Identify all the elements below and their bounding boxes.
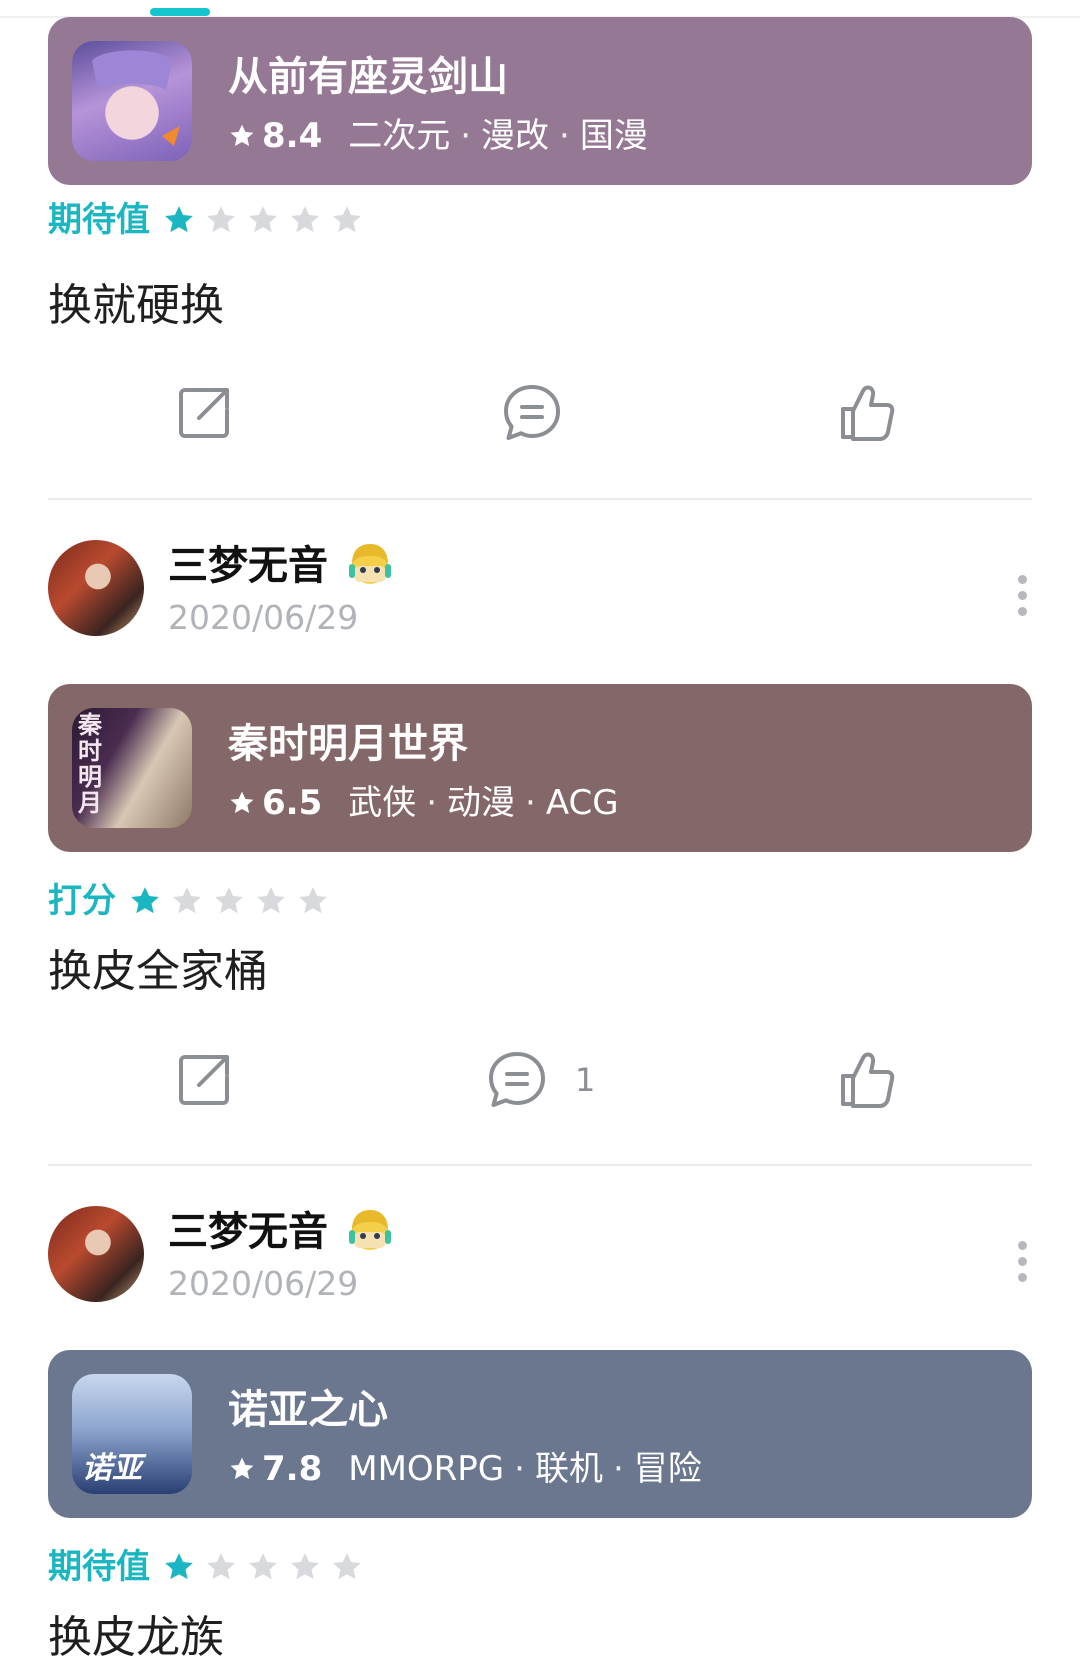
game-tag: 国漫 xyxy=(579,116,648,156)
game-tag: ACG xyxy=(545,783,619,823)
rating-label: 期待值 xyxy=(48,200,150,240)
tab-indicator xyxy=(150,8,210,16)
comment-button[interactable]: 1 xyxy=(485,1048,595,1112)
rating-row: 期待值 xyxy=(48,198,372,242)
star-icon xyxy=(246,1550,280,1584)
game-tag: 冒险 xyxy=(633,1449,702,1489)
star-icon xyxy=(162,203,196,237)
review-text: 换皮全家桶 xyxy=(48,946,268,997)
star-icon xyxy=(170,884,204,918)
star-icon xyxy=(128,884,162,918)
star-icon xyxy=(288,1550,322,1584)
star-icon xyxy=(162,1550,196,1584)
action-bar xyxy=(0,381,1080,451)
game-score: 8.4 xyxy=(262,116,323,156)
review-text: 换就硬换 xyxy=(48,280,224,331)
share-button[interactable] xyxy=(172,381,236,445)
post-date: 2020/06/29 xyxy=(168,1264,359,1303)
thumbs-up-icon xyxy=(835,1048,899,1112)
review-text: 换皮龙族 xyxy=(48,1612,224,1663)
user-header: 三梦无音 2020/06/29 xyxy=(48,1206,1032,1306)
share-icon xyxy=(172,381,236,445)
comment-button[interactable] xyxy=(500,381,564,445)
rating-row: 期待值 xyxy=(48,1545,372,1589)
username[interactable]: 三梦无音 xyxy=(168,1206,328,1258)
game-meta: 7.8 MMORPG · 联机 · 冒险 xyxy=(228,1448,702,1490)
game-tag: 武侠 xyxy=(348,783,417,823)
star-icon xyxy=(296,884,330,918)
user-header: 三梦无音 2020/06/29 xyxy=(48,540,1032,640)
game-card[interactable]: 诺亚 诺亚之心 7.8 MMORPG · 联机 · 冒险 xyxy=(48,1350,1032,1518)
game-tag: 二次元 xyxy=(348,116,451,156)
game-meta: 6.5 武侠 · 动漫 · ACG xyxy=(228,782,619,824)
user-badge-icon xyxy=(346,540,394,588)
star-icon xyxy=(204,1550,238,1584)
divider xyxy=(48,498,1032,500)
game-meta: 8.4 二次元 · 漫改 · 国漫 xyxy=(228,115,648,157)
game-title: 从前有座灵剑山 xyxy=(228,54,508,100)
comment-count: 1 xyxy=(575,1061,596,1099)
star-icon xyxy=(212,884,246,918)
star-icon xyxy=(288,203,322,237)
like-button[interactable] xyxy=(835,1048,899,1112)
thumbs-up-icon xyxy=(835,381,899,445)
username[interactable]: 三梦无音 xyxy=(168,540,328,592)
star-icon xyxy=(330,1550,364,1584)
more-vertical-icon xyxy=(1017,575,1027,584)
game-score: 6.5 xyxy=(262,783,323,823)
game-title: 诺亚之心 xyxy=(228,1387,388,1433)
game-tag: 联机 xyxy=(534,1449,603,1489)
star-icon xyxy=(228,122,256,150)
game-art-icon xyxy=(92,50,180,146)
action-bar: 1 xyxy=(0,1048,1080,1118)
share-button[interactable] xyxy=(172,1048,236,1112)
game-tag: 动漫 xyxy=(447,783,516,823)
game-icon-text: 秦时明月 xyxy=(78,711,102,817)
divider xyxy=(48,1164,1032,1166)
game-card[interactable]: 从前有座灵剑山 8.4 二次元 · 漫改 · 国漫 xyxy=(48,17,1032,185)
star-icon xyxy=(228,1455,256,1483)
star-icon xyxy=(330,203,364,237)
more-button[interactable] xyxy=(1012,1236,1032,1282)
comment-icon xyxy=(485,1048,549,1112)
game-icon-text: 诺亚 xyxy=(82,1451,142,1486)
star-icon xyxy=(204,203,238,237)
game-icon: 秦时明月 xyxy=(72,708,192,828)
post-date: 2020/06/29 xyxy=(168,598,359,637)
comment-icon xyxy=(500,381,564,445)
avatar[interactable] xyxy=(48,1206,144,1302)
more-vertical-icon xyxy=(1017,1241,1027,1250)
share-icon xyxy=(172,1048,236,1112)
game-title: 秦时明月世界 xyxy=(228,721,468,767)
star-icon xyxy=(254,884,288,918)
like-button[interactable] xyxy=(835,381,899,445)
game-tag: 漫改 xyxy=(481,116,550,156)
game-card[interactable]: 秦时明月 秦时明月世界 6.5 武侠 · 动漫 · ACG xyxy=(48,684,1032,852)
game-tag: MMORPG xyxy=(348,1449,505,1489)
star-icon xyxy=(228,789,256,817)
rating-row: 打分 xyxy=(48,879,338,923)
rating-label: 打分 xyxy=(48,881,116,921)
game-score: 7.8 xyxy=(262,1449,323,1489)
star-icon xyxy=(246,203,280,237)
game-icon xyxy=(72,41,192,161)
more-button[interactable] xyxy=(1012,570,1032,616)
rating-label: 期待值 xyxy=(48,1547,150,1587)
avatar[interactable] xyxy=(48,540,144,636)
user-badge-icon xyxy=(346,1206,394,1254)
game-icon: 诺亚 xyxy=(72,1374,192,1494)
